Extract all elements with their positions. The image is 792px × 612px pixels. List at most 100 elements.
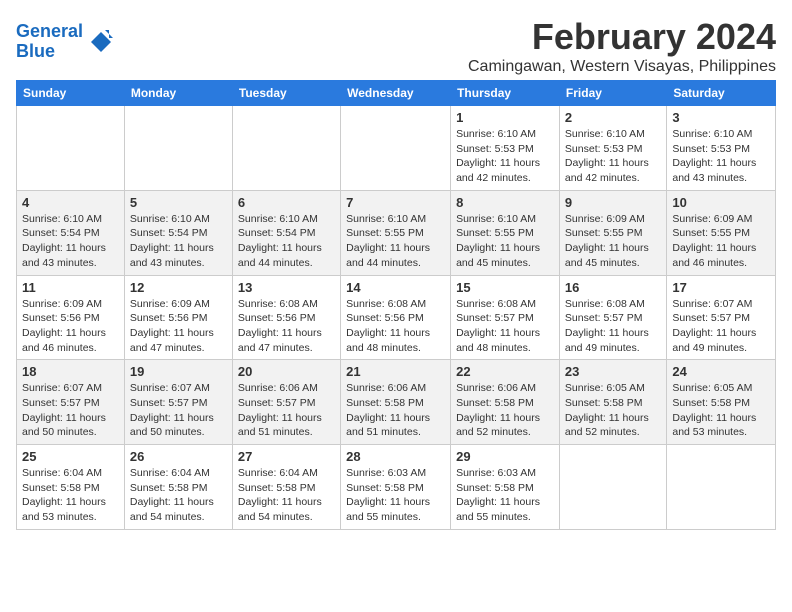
- calendar-cell: 14 Sunrise: 6:08 AM Sunset: 5:56 PM Dayli…: [341, 275, 451, 360]
- day-header-thursday: Thursday: [451, 81, 560, 106]
- day-number: 6: [238, 195, 335, 210]
- day-number: 23: [565, 364, 661, 379]
- day-info: Sunrise: 6:10 AM Sunset: 5:54 PM Dayligh…: [130, 212, 227, 271]
- calendar-cell: 29 Sunrise: 6:03 AM Sunset: 5:58 PM Dayli…: [451, 445, 560, 530]
- calendar-cell: [17, 106, 125, 191]
- calendar-cell: 23 Sunrise: 6:05 AM Sunset: 5:58 PM Dayli…: [559, 360, 666, 445]
- day-info: Sunrise: 6:04 AM Sunset: 5:58 PM Dayligh…: [238, 466, 335, 525]
- day-info: Sunrise: 6:10 AM Sunset: 5:53 PM Dayligh…: [456, 127, 554, 186]
- calendar-cell: 17 Sunrise: 6:07 AM Sunset: 5:57 PM Dayli…: [667, 275, 776, 360]
- calendar-week-2: 11 Sunrise: 6:09 AM Sunset: 5:56 PM Dayli…: [17, 275, 776, 360]
- calendar-cell: 28 Sunrise: 6:03 AM Sunset: 5:58 PM Dayli…: [341, 445, 451, 530]
- day-number: 14: [346, 280, 445, 295]
- calendar-table: SundayMondayTuesdayWednesdayThursdayFrid…: [16, 80, 776, 530]
- logo-text: General Blue: [16, 22, 83, 62]
- day-number: 9: [565, 195, 661, 210]
- calendar-cell: 4Sunrise: 6:10 AM Sunset: 5:54 PM Daylig…: [17, 190, 125, 275]
- day-number: 12: [130, 280, 227, 295]
- calendar-week-3: 18 Sunrise: 6:07 AM Sunset: 5:57 PM Dayli…: [17, 360, 776, 445]
- calendar-cell: 6 Sunrise: 6:10 AM Sunset: 5:54 PM Daylig…: [232, 190, 340, 275]
- calendar-week-1: 4Sunrise: 6:10 AM Sunset: 5:54 PM Daylig…: [17, 190, 776, 275]
- day-info: Sunrise: 6:09 AM Sunset: 5:56 PM Dayligh…: [130, 297, 227, 356]
- day-info: Sunrise: 6:06 AM Sunset: 5:57 PM Dayligh…: [238, 381, 335, 440]
- calendar-cell: 22Sunrise: 6:06 AM Sunset: 5:58 PM Dayli…: [451, 360, 560, 445]
- calendar-cell: 19 Sunrise: 6:07 AM Sunset: 5:57 PM Dayli…: [124, 360, 232, 445]
- day-number: 3: [672, 110, 770, 125]
- subtitle: Camingawan, Western Visayas, Philippines: [468, 58, 776, 76]
- day-info: Sunrise: 6:07 AM Sunset: 5:57 PM Dayligh…: [672, 297, 770, 356]
- calendar-cell: 3 Sunrise: 6:10 AM Sunset: 5:53 PM Daylig…: [667, 106, 776, 191]
- day-number: 7: [346, 195, 445, 210]
- calendar-cell: [124, 106, 232, 191]
- day-header-sunday: Sunday: [17, 81, 125, 106]
- main-title: February 2024: [468, 16, 776, 58]
- day-info: Sunrise: 6:03 AM Sunset: 5:58 PM Dayligh…: [346, 466, 445, 525]
- calendar-body: 1 Sunrise: 6:10 AM Sunset: 5:53 PM Daylig…: [17, 106, 776, 530]
- day-number: 17: [672, 280, 770, 295]
- calendar-cell: [232, 106, 340, 191]
- day-header-wednesday: Wednesday: [341, 81, 451, 106]
- day-info: Sunrise: 6:10 AM Sunset: 5:53 PM Dayligh…: [565, 127, 661, 186]
- calendar-cell: 27 Sunrise: 6:04 AM Sunset: 5:58 PM Dayli…: [232, 445, 340, 530]
- day-number: 22: [456, 364, 554, 379]
- day-info: Sunrise: 6:09 AM Sunset: 5:56 PM Dayligh…: [22, 297, 119, 356]
- calendar-cell: [559, 445, 666, 530]
- day-number: 20: [238, 364, 335, 379]
- day-header-friday: Friday: [559, 81, 666, 106]
- day-number: 18: [22, 364, 119, 379]
- day-info: Sunrise: 6:06 AM Sunset: 5:58 PM Dayligh…: [346, 381, 445, 440]
- day-number: 29: [456, 449, 554, 464]
- calendar-cell: 7 Sunrise: 6:10 AM Sunset: 5:55 PM Daylig…: [341, 190, 451, 275]
- day-info: Sunrise: 6:08 AM Sunset: 5:56 PM Dayligh…: [238, 297, 335, 356]
- day-number: 13: [238, 280, 335, 295]
- calendar-cell: 5Sunrise: 6:10 AM Sunset: 5:54 PM Daylig…: [124, 190, 232, 275]
- day-number: 8: [456, 195, 554, 210]
- day-info: Sunrise: 6:07 AM Sunset: 5:57 PM Dayligh…: [130, 381, 227, 440]
- calendar-week-0: 1 Sunrise: 6:10 AM Sunset: 5:53 PM Daylig…: [17, 106, 776, 191]
- day-info: Sunrise: 6:08 AM Sunset: 5:57 PM Dayligh…: [456, 297, 554, 356]
- day-info: Sunrise: 6:05 AM Sunset: 5:58 PM Dayligh…: [565, 381, 661, 440]
- calendar-cell: 24Sunrise: 6:05 AM Sunset: 5:58 PM Dayli…: [667, 360, 776, 445]
- day-header-monday: Monday: [124, 81, 232, 106]
- day-number: 11: [22, 280, 119, 295]
- day-info: Sunrise: 6:09 AM Sunset: 5:55 PM Dayligh…: [672, 212, 770, 271]
- day-number: 27: [238, 449, 335, 464]
- day-number: 2: [565, 110, 661, 125]
- calendar-cell: 12 Sunrise: 6:09 AM Sunset: 5:56 PM Dayli…: [124, 275, 232, 360]
- day-info: Sunrise: 6:10 AM Sunset: 5:53 PM Dayligh…: [672, 127, 770, 186]
- day-info: Sunrise: 6:04 AM Sunset: 5:58 PM Dayligh…: [22, 466, 119, 525]
- logo: General Blue: [16, 22, 115, 62]
- calendar-cell: 2 Sunrise: 6:10 AM Sunset: 5:53 PM Daylig…: [559, 106, 666, 191]
- calendar-cell: 11 Sunrise: 6:09 AM Sunset: 5:56 PM Dayli…: [17, 275, 125, 360]
- day-info: Sunrise: 6:08 AM Sunset: 5:57 PM Dayligh…: [565, 297, 661, 356]
- day-number: 28: [346, 449, 445, 464]
- day-info: Sunrise: 6:03 AM Sunset: 5:58 PM Dayligh…: [456, 466, 554, 525]
- day-info: Sunrise: 6:08 AM Sunset: 5:56 PM Dayligh…: [346, 297, 445, 356]
- day-info: Sunrise: 6:10 AM Sunset: 5:54 PM Dayligh…: [22, 212, 119, 271]
- day-header-tuesday: Tuesday: [232, 81, 340, 106]
- calendar-cell: 16 Sunrise: 6:08 AM Sunset: 5:57 PM Dayli…: [559, 275, 666, 360]
- calendar-cell: 13 Sunrise: 6:08 AM Sunset: 5:56 PM Dayli…: [232, 275, 340, 360]
- calendar-cell: 10Sunrise: 6:09 AM Sunset: 5:55 PM Dayli…: [667, 190, 776, 275]
- calendar-cell: 8 Sunrise: 6:10 AM Sunset: 5:55 PM Daylig…: [451, 190, 560, 275]
- calendar-cell: [341, 106, 451, 191]
- day-number: 16: [565, 280, 661, 295]
- calendar-cell: 25Sunrise: 6:04 AM Sunset: 5:58 PM Dayli…: [17, 445, 125, 530]
- day-number: 15: [456, 280, 554, 295]
- day-number: 1: [456, 110, 554, 125]
- day-number: 21: [346, 364, 445, 379]
- calendar-cell: 1 Sunrise: 6:10 AM Sunset: 5:53 PM Daylig…: [451, 106, 560, 191]
- calendar-cell: 26Sunrise: 6:04 AM Sunset: 5:58 PM Dayli…: [124, 445, 232, 530]
- day-number: 19: [130, 364, 227, 379]
- page-header: General Blue February 2024 Camingawan, W…: [16, 16, 776, 76]
- day-info: Sunrise: 6:10 AM Sunset: 5:55 PM Dayligh…: [346, 212, 445, 271]
- calendar-week-4: 25Sunrise: 6:04 AM Sunset: 5:58 PM Dayli…: [17, 445, 776, 530]
- day-info: Sunrise: 6:10 AM Sunset: 5:54 PM Dayligh…: [238, 212, 335, 271]
- calendar-cell: 20 Sunrise: 6:06 AM Sunset: 5:57 PM Dayli…: [232, 360, 340, 445]
- day-header-saturday: Saturday: [667, 81, 776, 106]
- title-area: February 2024 Camingawan, Western Visaya…: [468, 16, 776, 76]
- day-info: Sunrise: 6:10 AM Sunset: 5:55 PM Dayligh…: [456, 212, 554, 271]
- day-info: Sunrise: 6:09 AM Sunset: 5:55 PM Dayligh…: [565, 212, 661, 271]
- calendar-cell: 9 Sunrise: 6:09 AM Sunset: 5:55 PM Daylig…: [559, 190, 666, 275]
- calendar-header-row: SundayMondayTuesdayWednesdayThursdayFrid…: [17, 81, 776, 106]
